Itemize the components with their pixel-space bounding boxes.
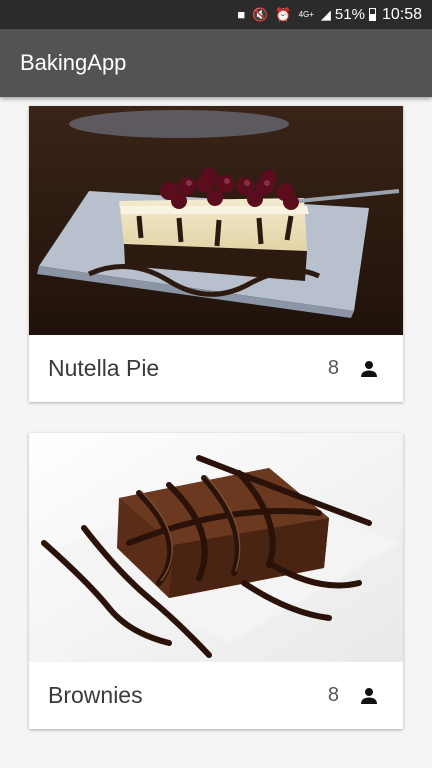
person-icon	[361, 687, 377, 704]
servings-count: 8	[327, 357, 339, 379]
app-bar: BakingApp	[0, 29, 432, 97]
battery-percent: 51%	[334, 6, 365, 23]
recipe-image	[29, 433, 403, 662]
recipe-image	[29, 106, 403, 335]
network-type: 4G+	[298, 10, 314, 19]
recipe-footer: Brownies 8	[29, 662, 403, 729]
recipe-list[interactable]: Nutella Pie 8 Brownies 8	[0, 97, 432, 768]
notification-icon: ■	[237, 7, 246, 22]
app-title: BakingApp	[20, 50, 127, 75]
servings-count: 8	[327, 684, 339, 706]
recipe-name: Nutella Pie	[48, 355, 160, 381]
recipe-name: Brownies	[48, 682, 143, 708]
recipe-footer: Nutella Pie 8	[29, 335, 403, 402]
alarm-icon: ⏰	[275, 7, 292, 22]
person-icon	[361, 360, 377, 377]
mute-icon: 🔇	[252, 7, 269, 22]
battery-icon	[368, 8, 376, 21]
status-bar: ■ 🔇 ⏰ 4G+ ◢ 51% 10:58	[0, 0, 432, 29]
recipe-card-nutella-pie[interactable]: Nutella Pie 8	[29, 106, 403, 402]
signal-icon: ◢	[320, 7, 331, 22]
recipe-card-brownies[interactable]: Brownies 8	[29, 433, 403, 729]
clock: 10:58	[381, 5, 422, 23]
